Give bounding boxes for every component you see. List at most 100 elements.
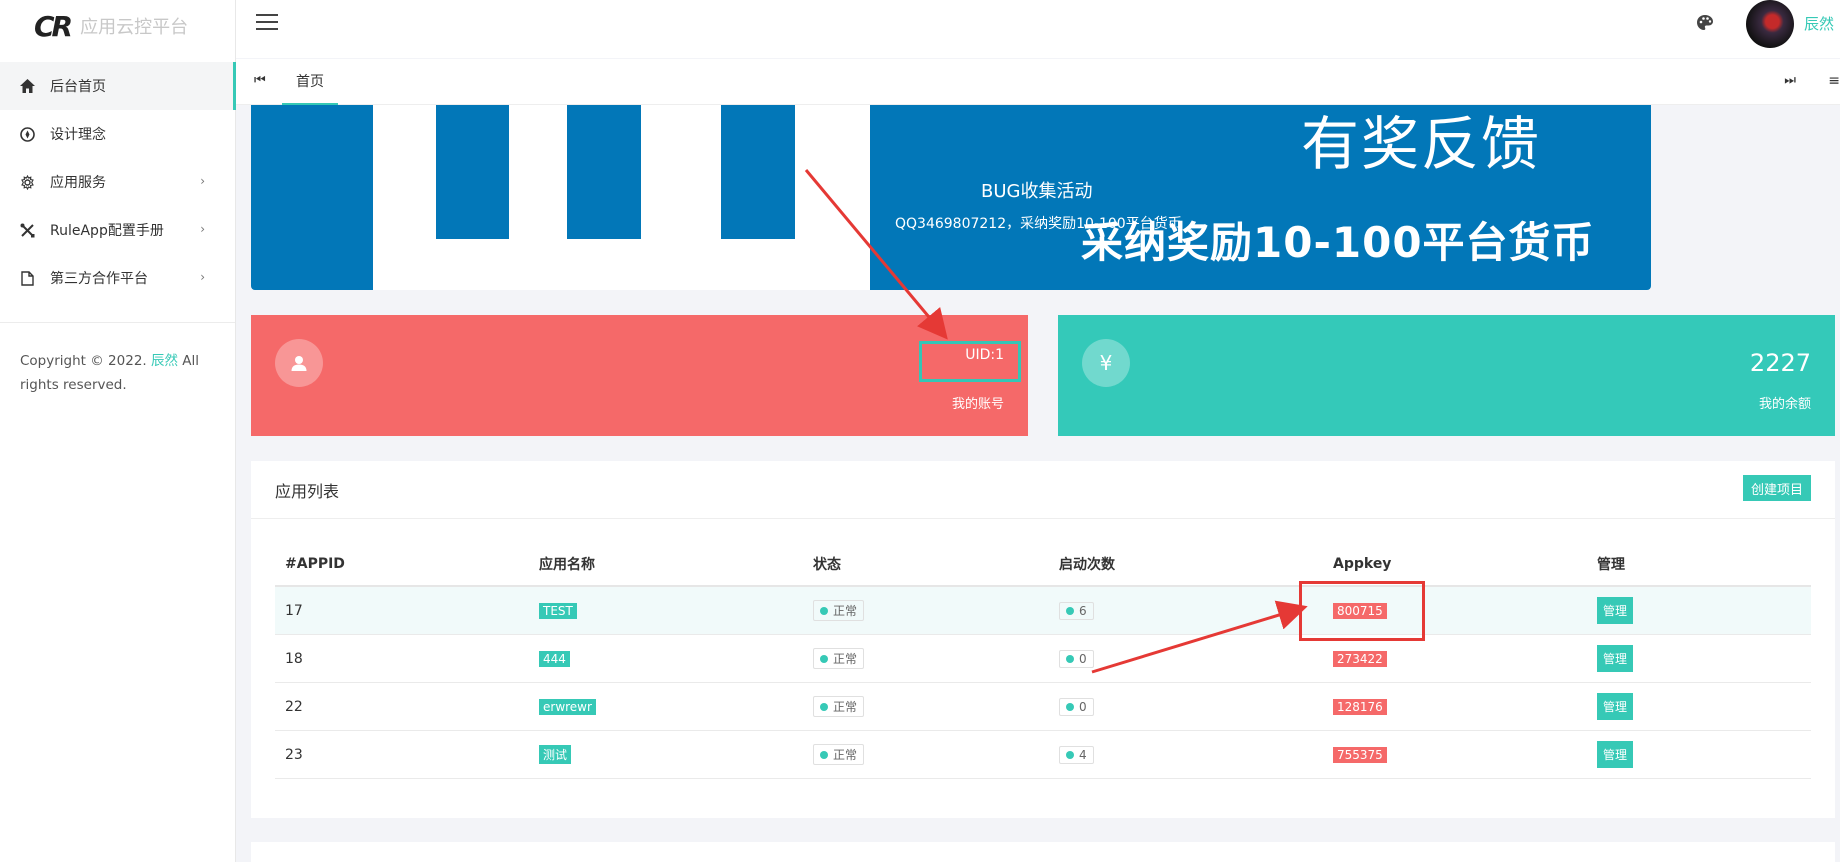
menu-toggle-icon[interactable] [256,14,278,32]
table-header: #APPID 应用名称 状态 启动次数 Appkey 管理 [275,542,1811,587]
table-row[interactable]: 17 TEST 正常 6 800715 管理 [275,587,1811,635]
sidebar-item-label: 应用服务 [50,175,106,191]
launch-count-badge: 0 [1059,649,1094,668]
launch-count: 0 [1079,699,1087,714]
panel-header: 应用列表 创建项目 [251,461,1835,519]
status-dot [1066,606,1074,615]
create-project-button[interactable]: 创建项目 [1742,475,1811,501]
status-text: 正常 [833,652,858,666]
avatar[interactable] [1746,0,1794,48]
compass-icon [18,125,36,143]
bottom-panel [251,842,1835,862]
app-name-tag: TEST [539,602,577,619]
status-badge: 正常 [813,600,865,621]
app-table: #APPID 应用名称 状态 启动次数 Appkey 管理 17 TEST 正常… [275,542,1811,779]
tab-bar: ⏮ 首页 ⏭ ≡ [236,59,1840,105]
launch-count: 6 [1079,603,1087,618]
status-dot [820,606,828,615]
sidebar-item-design[interactable]: 设计理念 [0,110,235,158]
sidebar-item-label: 后台首页 [50,79,106,95]
banner-graphic [373,105,870,290]
status-dot [1066,702,1074,711]
balance-value: 2227 [1749,349,1811,377]
cell-appid: 18 [285,650,303,667]
column-header-appid[interactable]: #APPID [275,556,539,572]
column-header-status[interactable]: 状态 [813,554,1059,574]
sidebar-item-dashboard[interactable]: 后台首页 [0,62,236,110]
status-text: 正常 [833,604,858,618]
table-row[interactable]: 23 测试 正常 4 755375 管理 [275,731,1811,779]
brand[interactable]: CR 应用云控平台 [0,0,235,52]
banner-headline: 有奖反馈 [1301,110,1542,178]
launch-count-badge: 0 [1059,697,1094,716]
banner-description: QQ3469807212，采纳奖励10-100平台货币 [895,216,1182,232]
status-badge: 正常 [813,744,865,765]
palette-icon[interactable] [1696,14,1714,32]
sidebar-item-partners[interactable]: 第三方合作平台 › [0,254,235,302]
sidebar-item-manual[interactable]: RuleApp配置手册 › [0,206,235,254]
app-name-tag: 444 [539,650,570,667]
tools-icon [18,221,36,239]
top-bar: 辰然 [236,0,1840,58]
banner-title: BUG收集活动 [981,181,1093,202]
table-row[interactable]: 22 erwrewr 正常 0 128176 管理 [275,683,1811,731]
copyright-prefix: Copyright © 2022. [20,353,147,369]
cell-appid: 23 [285,746,303,763]
manage-button[interactable]: 管理 [1597,597,1634,624]
status-text: 正常 [833,700,858,714]
balance-card: ¥ 2227 我的余额 [1058,315,1835,436]
column-header-manage: 管理 [1597,556,1625,573]
chevron-right-icon: › [200,174,205,188]
tab-scroll-right-icon[interactable]: ⏭ [1784,73,1796,88]
banner-bar [436,105,509,239]
chevron-right-icon: › [200,222,205,236]
tab-home[interactable]: 首页 [282,59,338,105]
column-header-appkey[interactable]: Appkey [1333,556,1597,572]
launch-count: 0 [1079,651,1087,666]
sidebar-menu: 后台首页 设计理念 应用服务 › RuleApp配置手册 › 第三方合作平台 › [0,62,236,302]
copyright-author-link[interactable]: 辰然 [151,353,178,369]
tab-menu-icon[interactable]: ≡ [1828,73,1840,89]
home-icon [18,77,36,95]
brand-name: 应用云控平台 [80,17,189,38]
cell-appid: 17 [285,602,303,619]
username[interactable]: 辰然 [1804,13,1834,34]
appkey-tag: 273422 [1333,650,1387,667]
copyright: Copyright © 2022. 辰然 All rights reserved… [0,323,235,397]
table-row[interactable]: 18 444 正常 0 273422 管理 [275,635,1811,683]
sidebar-item-label: 第三方合作平台 [50,271,148,287]
manage-button[interactable]: 管理 [1597,693,1634,720]
status-badge: 正常 [813,696,865,717]
uid-highlight-box [919,341,1021,382]
balance-label: 我的余额 [1758,397,1811,412]
app-name-tag: erwrewr [539,698,596,715]
column-header-name[interactable]: 应用名称 [539,554,813,574]
manage-button[interactable]: 管理 [1597,645,1634,672]
launch-count: 4 [1079,747,1087,762]
launch-count-badge: 4 [1059,745,1094,764]
sidebar-item-services[interactable]: 应用服务 › [0,158,235,206]
cell-appid: 22 [285,698,303,715]
launch-count-badge: 6 [1059,601,1094,620]
status-text: 正常 [833,748,858,762]
status-dot [820,654,828,663]
manage-button[interactable]: 管理 [1597,741,1634,768]
status-dot [820,750,828,759]
status-dot [1066,654,1074,663]
tab-scroll-left-icon[interactable]: ⏮ [254,73,266,88]
appkey-highlight-box [1299,581,1425,641]
chevron-right-icon: › [200,270,205,284]
column-header-launches[interactable]: 启动次数 [1059,554,1333,574]
account-label: 我的账号 [951,397,1004,412]
brand-logo: CR [34,9,73,43]
status-badge: 正常 [813,648,865,669]
account-card: UID:1 我的账号 [251,315,1028,436]
banner-bar [721,105,795,239]
document-icon [18,269,36,287]
promo-banner[interactable]: 有奖反馈 采纳奖励10-100平台货币 BUG收集活动 QQ3469807212… [251,105,1651,290]
sidebar-item-label: 设计理念 [50,127,106,143]
yen-icon: ¥ [1082,339,1130,387]
user-icon [275,339,323,387]
banner-bar [567,105,641,239]
status-dot [820,702,828,711]
